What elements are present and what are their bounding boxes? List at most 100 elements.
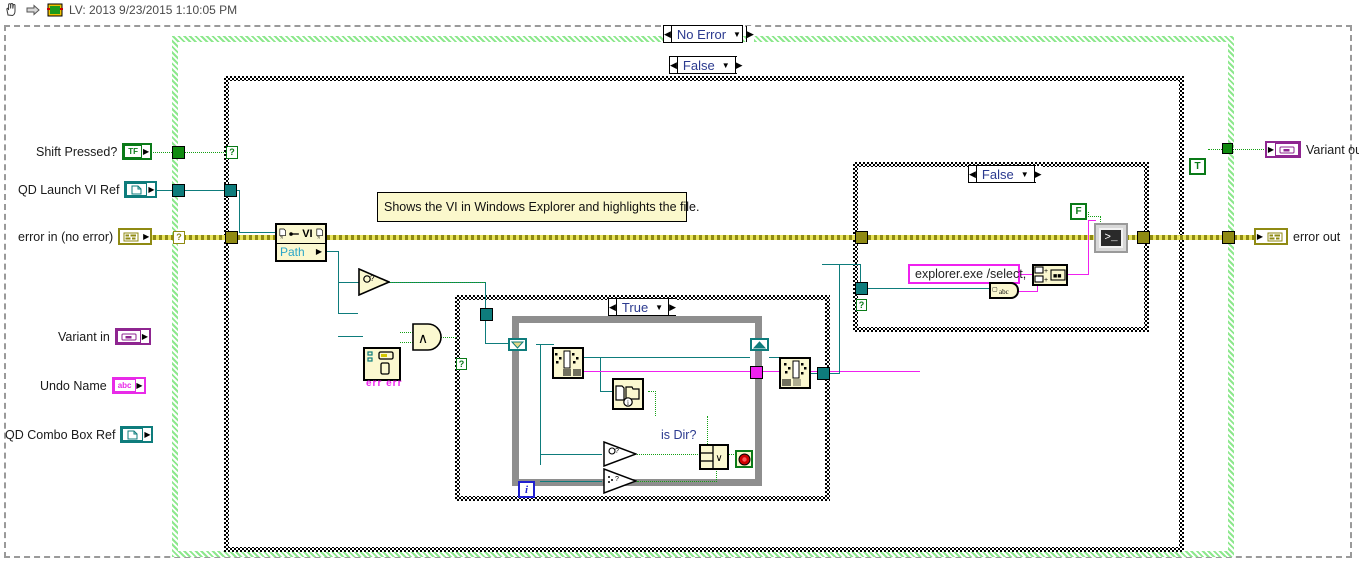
case-selector-inner-true[interactable]: ◀ True ▼ ▶ xyxy=(608,298,677,316)
tunnel-inner-case-in[interactable] xyxy=(480,308,493,321)
output-variant-out[interactable]: ▶ Variant out xyxy=(1265,141,1359,158)
output-error-out[interactable]: ▶ error out xyxy=(1254,228,1340,245)
or-gate-icon: ∨ xyxy=(701,446,727,468)
wire-launch-ref-h2 xyxy=(239,232,275,233)
empty-path-compare-node-1[interactable]: ? xyxy=(603,441,637,467)
input-undo-name[interactable]: Undo Name abc ▶ xyxy=(40,377,146,394)
terminal-refnum-launch-vi[interactable]: ▶ xyxy=(124,181,158,198)
labview-vi-icon[interactable] xyxy=(47,2,63,18)
input-label-variant-in: Variant in xyxy=(58,329,110,344)
terminal-arrow-icon: ▶ xyxy=(1267,143,1275,156)
case-label-inner-true[interactable]: True ▼ xyxy=(617,299,668,315)
build-path-node[interactable] xyxy=(779,357,811,389)
chevron-down-icon[interactable]: ▼ xyxy=(722,61,730,70)
tunnel-question-boolean[interactable]: ? xyxy=(226,146,238,159)
property-node-vi-path[interactable]: ?! VI ?! Path ▶ xyxy=(275,223,327,262)
tunnel-error-right-left[interactable] xyxy=(855,231,868,244)
loop-stop-terminal[interactable] xyxy=(735,450,753,468)
case-next-icon[interactable]: ▶ xyxy=(668,299,677,315)
tunnel-loop-magenta[interactable] xyxy=(750,366,763,379)
terminal-refnum-combo-box[interactable]: ▶ xyxy=(120,426,154,443)
tunnel-question-error-outer[interactable]: ? xyxy=(173,231,185,244)
file-directory-info-node[interactable]: i xyxy=(612,378,644,410)
case-selector-right-false[interactable]: ◀ False ▼ ▶ xyxy=(968,165,1042,183)
tunnel-launch-ref-outer[interactable] xyxy=(172,184,185,197)
case-prev-icon[interactable]: ◀ xyxy=(664,26,672,42)
boolean-true-text: T xyxy=(1194,161,1201,172)
input-label-error-in: error in (no error) xyxy=(18,229,114,244)
comment-box[interactable]: Shows the VI in Windows Explorer and hig… xyxy=(377,192,699,222)
case-label-middle-false[interactable]: False ▼ xyxy=(678,57,735,73)
wire-concat-up xyxy=(1088,220,1089,275)
case-selector-middle-false[interactable]: ◀ False ▼ ▶ xyxy=(669,56,743,74)
chevron-down-icon[interactable]: ▼ xyxy=(1021,170,1029,179)
tunnel-variant-out-green[interactable] xyxy=(1222,143,1233,154)
case-next-icon[interactable]: ▶ xyxy=(1033,166,1042,182)
case-label-right-false[interactable]: False ▼ xyxy=(977,166,1034,182)
input-error-in[interactable]: error in (no error) ▶ xyxy=(18,228,153,245)
svg-text:▢: ▢ xyxy=(992,287,998,293)
input-qd-combo-box-ref[interactable]: QD Combo Box Ref ▶ xyxy=(5,426,154,443)
wire-path-to-string-out xyxy=(1018,291,1038,292)
tunnel-inner-case-out[interactable] xyxy=(817,367,830,380)
terminal-variant-in[interactable]: ▶ xyxy=(114,328,151,345)
terminal-boolean-shift-pressed[interactable]: TF ▶ xyxy=(122,143,153,160)
system-exec-node[interactable]: >_ xyxy=(1094,223,1128,253)
shift-register-left[interactable] xyxy=(508,338,527,351)
case-selector-no-error[interactable]: ◀ No Error ▼ ▶ xyxy=(663,25,754,43)
tunnel-right-case-teal-in[interactable] xyxy=(855,282,868,295)
or-gate-node[interactable]: ∨ xyxy=(699,444,729,470)
input-variant-in[interactable]: Variant in ▶ xyxy=(58,328,151,345)
property-node-property-row[interactable]: Path ▶ xyxy=(277,244,325,260)
and-gate-node[interactable]: ∧ xyxy=(412,323,444,351)
console-icon: >_ xyxy=(1099,228,1123,248)
string-constant-text: explorer.exe /select, xyxy=(915,267,1027,281)
unbundle-error-node[interactable] xyxy=(363,347,401,381)
error-unbundle-icon xyxy=(366,350,398,378)
path-to-string-node[interactable]: ▢ abc xyxy=(989,282,1019,299)
boolean-constant-true[interactable]: T xyxy=(1189,158,1206,175)
tunnel-error-right-right[interactable] xyxy=(1137,231,1150,244)
not-a-refnum-node[interactable]: ? xyxy=(358,268,390,296)
chevron-down-icon[interactable]: ▼ xyxy=(733,30,741,39)
terminal-error-in[interactable]: ▶ xyxy=(118,228,153,245)
svg-text:?!: ?! xyxy=(316,235,319,240)
case-label-no-error[interactable]: No Error ▼ xyxy=(672,26,746,42)
chevron-down-icon[interactable]: ▼ xyxy=(655,303,663,312)
case-prev-icon[interactable]: ◀ xyxy=(670,57,678,73)
tunnel-error-out-outer[interactable] xyxy=(1222,231,1235,244)
path-terminal-icon: ?! xyxy=(279,229,286,240)
terminal-glyph-refnum xyxy=(126,183,148,196)
case-next-icon[interactable]: ▶ xyxy=(745,26,754,42)
terminal-variant-out[interactable]: ▶ xyxy=(1265,141,1301,158)
empty-path-compare-node-2[interactable]: ? xyxy=(603,468,637,494)
terminal-error-out[interactable]: ▶ xyxy=(1254,228,1288,245)
wire-strip-to-fileinfo xyxy=(600,391,612,392)
concatenate-strings-node[interactable]: + + ■■ xyxy=(1032,264,1068,286)
case-prev-icon[interactable]: ◀ xyxy=(609,299,617,315)
tunnel-launch-ref-inner[interactable] xyxy=(224,184,237,197)
svg-text:?: ? xyxy=(615,448,619,455)
strip-path-node[interactable] xyxy=(552,347,584,379)
svg-text:+: + xyxy=(1044,277,1048,284)
input-shift-pressed[interactable]: Shift Pressed? TF ▶ xyxy=(36,143,153,160)
case-next-icon[interactable]: ▶ xyxy=(734,57,743,73)
tunnel-right-case-question[interactable]: ? xyxy=(856,299,867,311)
terminal-string-undo-name[interactable]: abc ▶ xyxy=(111,377,146,394)
loop-iteration-terminal[interactable]: i xyxy=(518,481,535,498)
shift-register-right[interactable] xyxy=(750,338,769,351)
input-qd-launch-vi-ref[interactable]: QD Launch VI Ref ▶ xyxy=(18,181,158,198)
arrow-right-icon[interactable] xyxy=(25,2,41,18)
hand-cursor-icon[interactable] xyxy=(3,2,19,18)
boolean-constant-false[interactable]: F xyxy=(1070,203,1087,220)
build-path-icon xyxy=(781,359,809,387)
tunnel-error-inner[interactable] xyxy=(225,231,238,244)
terminal-glyph-variant xyxy=(116,330,141,343)
tunnel-inner-case-question[interactable]: ? xyxy=(456,358,467,370)
case-prev-icon[interactable]: ◀ xyxy=(969,166,977,182)
tunnel-shift-pressed[interactable] xyxy=(172,146,185,159)
wire-isdir-v1 xyxy=(655,391,656,416)
wire-error-main-4 xyxy=(1144,235,1254,240)
string-constant-explorer-command[interactable]: explorer.exe /select, xyxy=(908,264,1026,284)
terminal-arrow-icon: ▶ xyxy=(135,379,144,392)
